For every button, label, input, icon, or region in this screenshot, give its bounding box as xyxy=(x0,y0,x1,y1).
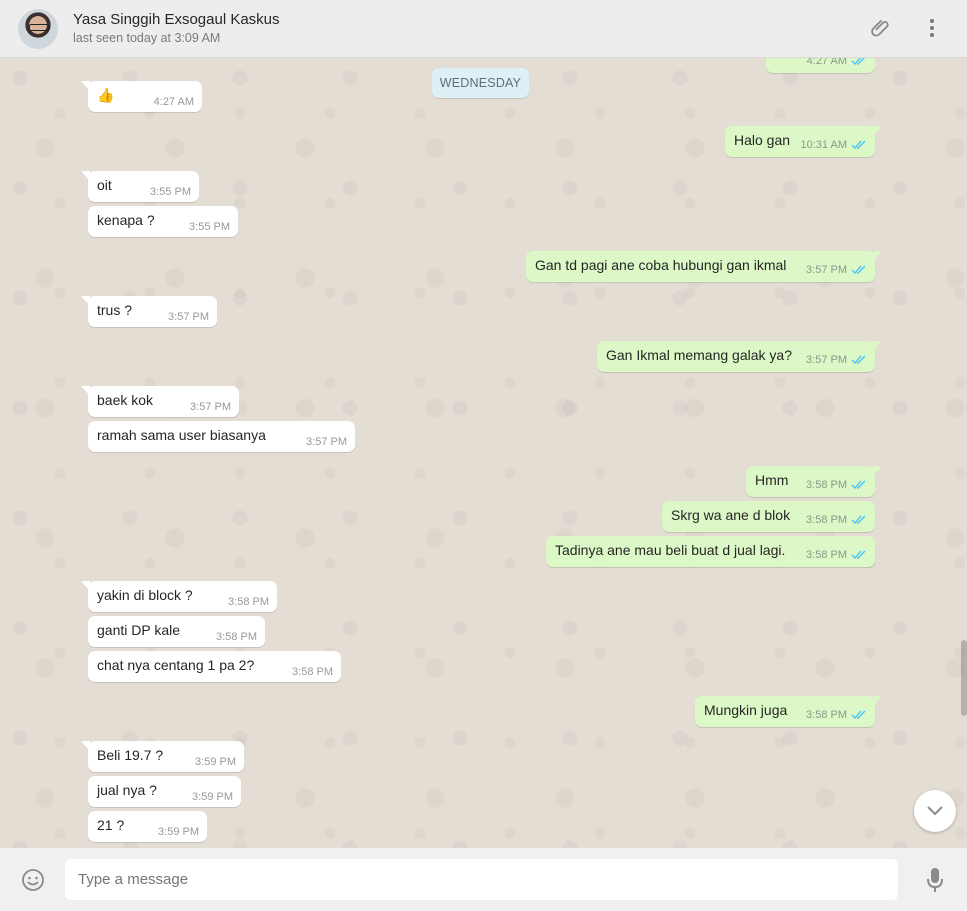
message-text: trus ? xyxy=(97,302,133,318)
message-text: 21 ? xyxy=(97,817,125,833)
message-time: 3:59 PM xyxy=(192,791,233,803)
message-text: chat nya centang 1 pa 2? xyxy=(97,657,255,673)
message-text: oit xyxy=(97,177,112,193)
message-bubble-out[interactable]: Gan Ikmal memang galak ya? 3:57 PM xyxy=(597,341,882,372)
message-time: 3:59 PM xyxy=(158,826,199,838)
scroll-down-button[interactable] xyxy=(914,790,956,832)
message-time: 3:57 PM xyxy=(168,311,209,323)
message-text: yakin di block ? xyxy=(97,587,193,603)
message-time: 3:58 PM xyxy=(806,514,847,526)
message-time: 4:27 AM xyxy=(153,96,194,108)
message-bubble-in[interactable]: ganti DP kale 3:58 PM xyxy=(88,616,265,647)
message-bubble-in[interactable]: 21 ? 3:59 PM xyxy=(88,811,207,842)
message-time: 3:55 PM xyxy=(189,221,230,233)
message-time: 3:58 PM xyxy=(292,666,333,678)
message-text: Skrg wa ane d blok xyxy=(671,507,791,523)
message-input[interactable] xyxy=(65,859,898,900)
message-time: 3:58 PM xyxy=(806,479,847,491)
read-ticks-icon xyxy=(851,550,867,563)
message-bubble-in[interactable]: ramah sama user biasanya 3:57 PM xyxy=(88,421,355,452)
contact-status: last seen today at 3:09 AM xyxy=(73,31,221,45)
message-time: 3:58 PM xyxy=(806,549,847,561)
message-bubble-out[interactable]: Gan td pagi ane coba hubungi gan ikmal 3:… xyxy=(526,251,882,282)
menu-icon[interactable] xyxy=(918,14,946,42)
message-time: 3:58 PM xyxy=(806,709,847,721)
chat-header: Yasa Singgih Exsogaul Kaskus last seen t… xyxy=(0,0,967,58)
message-text: Mungkin juga xyxy=(704,702,788,718)
message-text: Tadinya ane mau beli buat d jual lagi. xyxy=(555,542,786,558)
message-time: 3:58 PM xyxy=(228,596,269,608)
message-bubble-in[interactable]: Beli 19.7 ? 3:59 PM xyxy=(81,741,244,772)
read-ticks-icon xyxy=(851,140,867,153)
message-text: Halo gan xyxy=(734,132,791,148)
message-bubble-out[interactable]: Hmm 3:58 PM xyxy=(746,466,882,497)
read-ticks-icon xyxy=(851,58,867,69)
message-time: 10:31 AM xyxy=(800,139,847,151)
message-bubble-out[interactable]: Tadinya ane mau beli buat d jual lagi. 3:… xyxy=(546,536,875,567)
message-bubble-in[interactable]: 👍 4:27 AM xyxy=(81,81,202,112)
contact-name[interactable]: Yasa Singgih Exsogaul Kaskus xyxy=(73,11,280,28)
message-text: Gan Ikmal memang galak ya? xyxy=(606,347,792,363)
emoji-icon[interactable] xyxy=(20,867,46,893)
read-ticks-icon xyxy=(851,355,867,368)
microphone-icon[interactable] xyxy=(922,867,948,893)
message-time: 3:55 PM xyxy=(150,186,191,198)
message-text: kenapa ? xyxy=(97,212,155,228)
message-bubble-in[interactable]: yakin di block ? 3:58 PM xyxy=(81,581,277,612)
message-bubble-out[interactable]: Mungkin juga 3:58 PM xyxy=(695,696,882,727)
message-time: 3:59 PM xyxy=(195,756,236,768)
message-text: ramah sama user biasanya xyxy=(97,427,266,443)
message-time: 4:27 AM xyxy=(806,58,847,67)
read-ticks-icon xyxy=(851,480,867,493)
message-bubble-out[interactable]: Halo gan 10:31 AM xyxy=(725,126,882,157)
chevron-down-icon xyxy=(927,806,943,816)
message-text: 👍 xyxy=(97,87,115,103)
message-time: 3:58 PM xyxy=(216,631,257,643)
attach-icon[interactable] xyxy=(867,14,895,42)
message-bubble-out[interactable]: Skrg wa ane d blok 3:58 PM xyxy=(662,501,875,532)
message-bubble-in[interactable]: oit 3:55 PM xyxy=(81,171,199,202)
message-list[interactable]: 4:27 AM WEDNESDAY 👍 4:27 AM Halo gan 10:31 … xyxy=(0,58,967,848)
message-text: baek kok xyxy=(97,392,154,408)
read-ticks-icon xyxy=(851,710,867,723)
message-text: Beli 19.7 ? xyxy=(97,747,164,763)
message-time: 3:57 PM xyxy=(190,401,231,413)
message-bubble-out[interactable]: 4:27 AM xyxy=(766,58,875,73)
message-text: ganti DP kale xyxy=(97,622,181,638)
composer xyxy=(0,848,967,911)
message-bubble-in[interactable]: kenapa ? 3:55 PM xyxy=(88,206,238,237)
message-bubble-in[interactable]: jual nya ? 3:59 PM xyxy=(88,776,241,807)
message-text: Hmm xyxy=(755,472,789,488)
message-time: 3:57 PM xyxy=(806,354,847,366)
message-bubble-in[interactable]: trus ? 3:57 PM xyxy=(81,296,217,327)
contact-avatar[interactable] xyxy=(18,9,58,49)
message-time: 3:57 PM xyxy=(806,264,847,276)
message-bubble-in[interactable]: baek kok 3:57 PM xyxy=(81,386,239,417)
message-text: Gan td pagi ane coba hubungi gan ikmal xyxy=(535,257,787,273)
read-ticks-icon xyxy=(851,265,867,278)
message-bubble-in[interactable]: chat nya centang 1 pa 2? 3:58 PM xyxy=(88,651,341,682)
date-divider: WEDNESDAY xyxy=(432,68,529,98)
read-ticks-icon xyxy=(851,515,867,528)
message-time: 3:57 PM xyxy=(306,436,347,448)
message-text: jual nya ? xyxy=(97,782,157,798)
scrollbar[interactable] xyxy=(961,640,967,716)
